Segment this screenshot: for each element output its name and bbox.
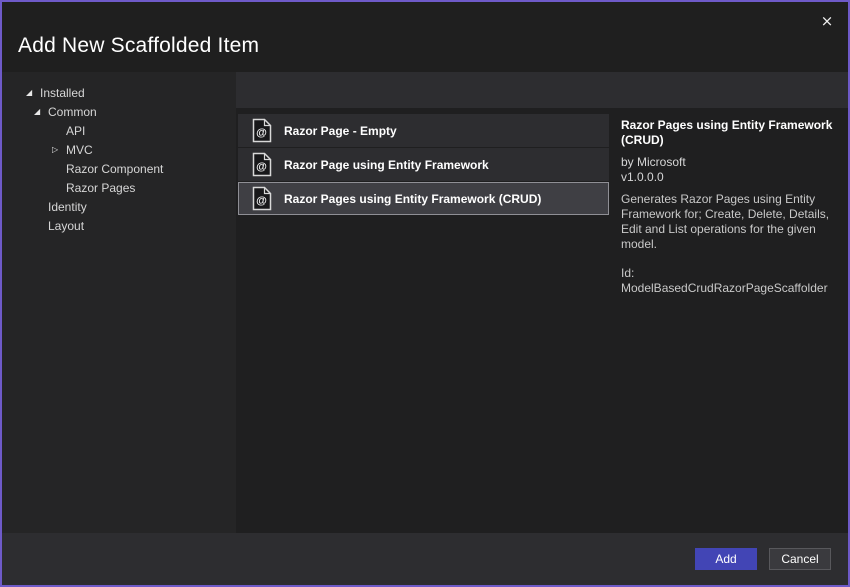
sidebar-item-layout[interactable]: Layout <box>2 216 236 235</box>
titlebar: Add New Scaffolded Item × <box>2 2 848 72</box>
details-title: Razor Pages using Entity Framework (CRUD… <box>621 118 833 147</box>
list-item-razor-page-empty[interactable]: @ Razor Page - Empty <box>238 114 609 147</box>
list-item-label: Razor Page using Entity Framework <box>284 157 489 172</box>
sidebar-item-common[interactable]: ◢ Common <box>2 102 236 121</box>
sidebar-item-api[interactable]: API <box>2 121 236 140</box>
razor-page-icon: @ <box>252 118 272 143</box>
sidebar-item-label: Identity <box>48 199 87 214</box>
sidebar-item-label: Razor Pages <box>66 180 136 195</box>
details-description: Generates Razor Pages using Entity Frame… <box>621 192 830 251</box>
list-item-razor-page-entity-framework[interactable]: @ Razor Page using Entity Framework <box>238 148 609 181</box>
svg-text:@: @ <box>256 161 267 173</box>
add-scaffolded-item-dialog: Add New Scaffolded Item × ◢ Installed ◢ … <box>0 0 850 587</box>
sidebar-item-installed[interactable]: ◢ Installed <box>2 83 236 102</box>
tree-expander-icon[interactable]: ▷ <box>52 145 66 154</box>
add-button[interactable]: Add <box>695 548 757 570</box>
list-item-razor-pages-entity-framework-crud[interactable]: @ Razor Pages using Entity Framework (CR… <box>238 182 609 215</box>
list-item-label: Razor Pages using Entity Framework (CRUD… <box>284 191 542 206</box>
close-button[interactable]: × <box>815 9 839 33</box>
sidebar-item-label: Layout <box>48 218 85 233</box>
sidebar-item-label: MVC <box>66 142 93 157</box>
content-area: @ Razor Page - Empty @ Razor Page using … <box>236 108 848 533</box>
page-title: Add New Scaffolded Item <box>18 34 260 57</box>
sidebar-item-label: Razor Component <box>66 161 164 176</box>
sidebar-item-identity[interactable]: Identity <box>2 197 236 216</box>
list-item-label: Razor Page - Empty <box>284 123 397 138</box>
razor-page-icon: @ <box>252 186 272 211</box>
category-tree: ◢ Installed ◢ Common API ▷ MVC Razor Com… <box>2 72 236 533</box>
sidebar-item-razor-component[interactable]: Razor Component <box>2 159 236 178</box>
details-id: Id: ModelBasedCrudRazorPageScaffolder <box>621 266 828 295</box>
details-author: by Microsoft <box>621 155 686 169</box>
svg-text:@: @ <box>256 195 267 207</box>
template-list: @ Razor Page - Empty @ Razor Page using … <box>238 114 609 216</box>
details-version: v1.0.0.0 <box>621 170 664 184</box>
cancel-button[interactable]: Cancel <box>769 548 831 570</box>
tree-expander-icon[interactable]: ◢ <box>26 88 40 97</box>
sidebar-item-label: Installed <box>40 85 85 100</box>
sidebar-item-label: API <box>66 123 86 138</box>
details-pane: Razor Pages using Entity Framework (CRUD… <box>609 108 848 533</box>
sidebar-item-razor-pages[interactable]: Razor Pages <box>2 178 236 197</box>
tree-expander-icon[interactable]: ◢ <box>34 107 48 116</box>
svg-text:@: @ <box>256 127 267 139</box>
sidebar-item-label: Common <box>48 104 97 119</box>
razor-page-icon: @ <box>252 152 272 177</box>
close-icon: × <box>820 11 834 30</box>
footer: Add Cancel <box>2 533 848 585</box>
sidebar-item-mvc[interactable]: ▷ MVC <box>2 140 236 159</box>
